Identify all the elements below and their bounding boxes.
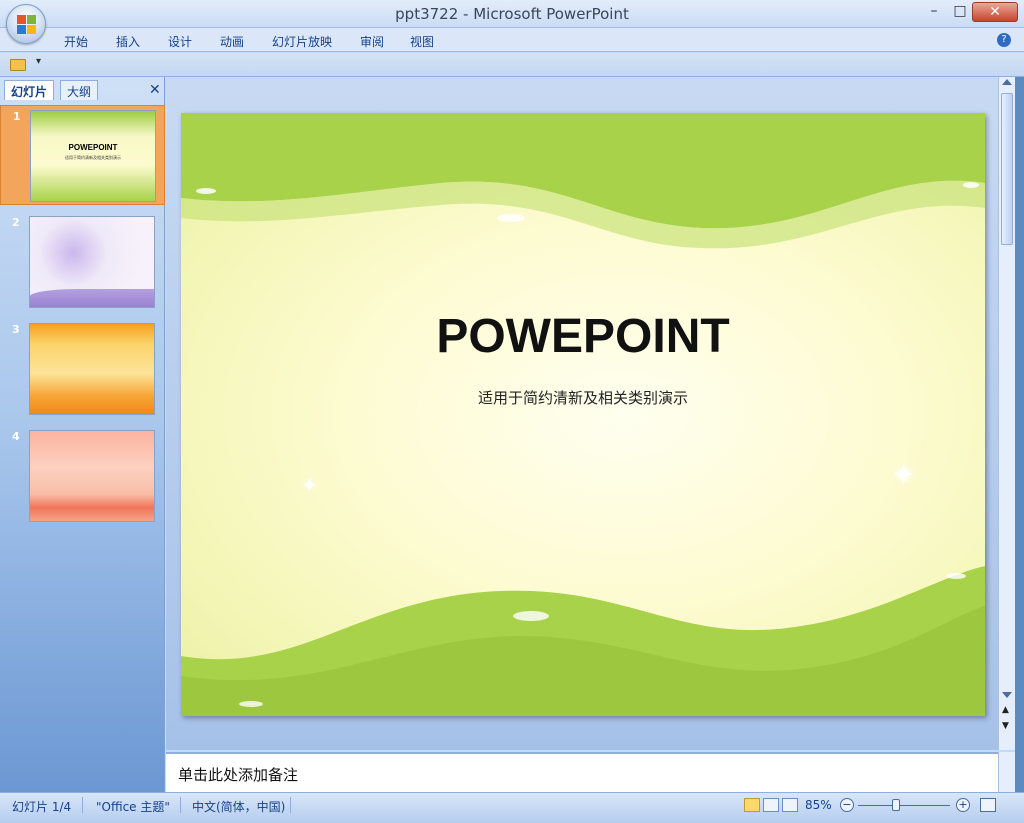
tab-view[interactable]: 视图 (410, 33, 434, 50)
tab-insert[interactable]: 插入 (116, 33, 140, 50)
tab-design[interactable]: 设计 (168, 33, 192, 50)
thumbnail-subtitle: 适用于简约清新及相关类别演示 (65, 155, 121, 160)
notes-pane[interactable]: 单击此处添加备注 (166, 752, 998, 792)
tab-animations[interactable]: 动画 (220, 33, 244, 50)
slide-number: 1 (13, 110, 21, 123)
tab-outline[interactable]: 大纲 (60, 80, 99, 100)
thumbnail-image (29, 430, 155, 522)
tab-slide-show[interactable]: 幻灯片放映 (272, 33, 332, 50)
scroll-down-icon[interactable] (1002, 692, 1012, 698)
normal-view-icon[interactable] (744, 798, 760, 812)
slide-editor: ✦ ✦ POWEPOINT 适用于简约清新及相关类别演示 (166, 77, 998, 750)
thumbnail-image (29, 323, 155, 415)
vertical-scrollbar[interactable]: ▲ ▼ (998, 77, 1015, 750)
slide-show-view-icon[interactable] (782, 798, 798, 812)
title-bar: ppt3722 - Microsoft PowerPoint – □ ✕ (0, 0, 1024, 28)
slide-thumbnail-3[interactable]: 3 (0, 319, 165, 419)
tab-home[interactable]: 开始 (64, 33, 88, 50)
window-edge (1015, 77, 1024, 823)
zoom-in-icon[interactable]: + (956, 798, 970, 812)
maximize-button[interactable]: □ (946, 2, 974, 22)
office-button[interactable] (6, 4, 46, 44)
status-bar: 幻灯片 1/4 "Office 主题" 中文(简体，中国) 85% − + (0, 792, 1024, 823)
slide-canvas[interactable]: ✦ ✦ POWEPOINT 适用于简约清新及相关类别演示 (181, 113, 985, 716)
close-button[interactable]: ✕ (972, 2, 1018, 22)
bottom-wave-decoration (181, 566, 985, 716)
qat-dropdown-icon[interactable]: ▾ (36, 56, 41, 67)
sparkle-icon: ✦ (891, 458, 917, 493)
slide-thumbnail-2[interactable]: 2 (0, 212, 165, 312)
open-folder-icon[interactable] (10, 59, 26, 71)
slide-number: 4 (12, 430, 20, 443)
slide-thumbnail-1[interactable]: 1 POWEPOINT 适用于简约清新及相关类别演示 (0, 105, 165, 205)
scroll-up-icon[interactable] (1002, 79, 1012, 85)
office-logo-icon (17, 15, 37, 35)
zoom-out-icon[interactable]: − (840, 798, 854, 812)
help-icon[interactable]: ? (997, 33, 1011, 47)
sparkle-icon: ✦ (301, 473, 318, 497)
slide-number: 2 (12, 216, 20, 229)
slide-sorter-view-icon[interactable] (763, 798, 779, 812)
tab-review[interactable]: 审阅 (360, 33, 384, 50)
notes-scrollbar[interactable] (998, 752, 1015, 792)
zoom-slider-track[interactable] (858, 805, 950, 806)
thumbnail-title: POWEPOINT (68, 143, 118, 152)
minimize-button[interactable]: – (920, 2, 948, 22)
zoom-level[interactable]: 85% (805, 798, 832, 812)
fit-to-window-icon[interactable] (980, 798, 996, 812)
slide-title[interactable]: POWEPOINT (181, 309, 985, 364)
slides-pane: 幻灯片 大纲 ✕ 1 POWEPOINT 适用于简约清新及相关类别演示 2 3 … (0, 77, 165, 792)
zoom-slider-handle[interactable] (892, 799, 900, 811)
pane-close-icon[interactable]: ✕ (149, 82, 161, 98)
slide-thumbnail-4[interactable]: 4 (0, 426, 165, 526)
tab-slides[interactable]: 幻灯片 (4, 80, 55, 100)
slide-number: 3 (12, 323, 20, 336)
top-wave-decoration (181, 113, 985, 249)
scroll-thumb[interactable] (1001, 93, 1013, 245)
ribbon-tab-bar: 开始 插入 设计 动画 幻灯片放映 审阅 视图 ? (0, 28, 1024, 52)
slide-counter: 幻灯片 1/4 (12, 800, 72, 814)
thumbnail-image: POWEPOINT 适用于简约清新及相关类别演示 (30, 110, 156, 202)
thumbnail-image (29, 216, 155, 308)
notes-placeholder[interactable]: 单击此处添加备注 (178, 764, 298, 785)
next-slide-icon[interactable]: ▼ (1002, 721, 1009, 731)
quick-access-toolbar: ▾ (0, 53, 1024, 77)
window-title: ppt3722 - Microsoft PowerPoint (395, 5, 629, 23)
slide-subtitle[interactable]: 适用于简约清新及相关类别演示 (181, 387, 985, 408)
language-indicator[interactable]: 中文(简体，中国) (192, 798, 285, 815)
previous-slide-icon[interactable]: ▲ (1002, 705, 1009, 715)
theme-name: "Office 主题" (96, 800, 170, 814)
pane-tabs: 幻灯片 大纲 ✕ (4, 80, 162, 100)
